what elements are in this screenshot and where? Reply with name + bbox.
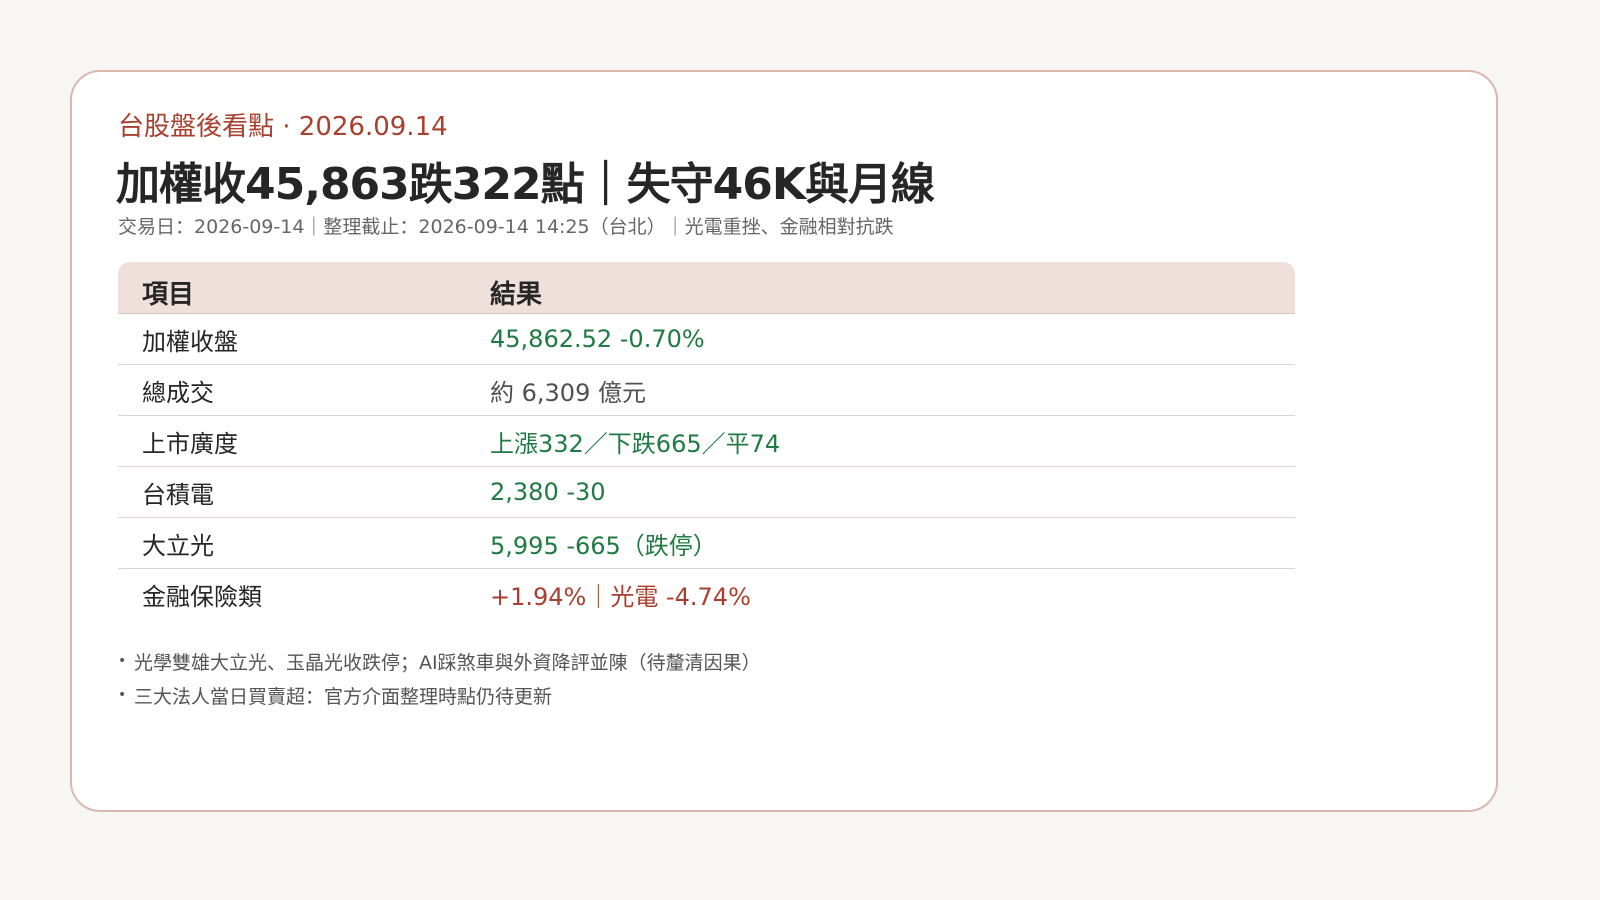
notes-list: • 光學雙雄大立光、玉晶光收跌停；AI踩煞車與外資降評並陳（待釐清因果） • 三… (118, 644, 761, 712)
results-table: 項目 結果 加權收盤 45,862.52 -0.70% 總成交 約 6,309 … (118, 262, 1295, 620)
table-row: 總成交 約 6,309 億元 (118, 365, 1295, 416)
row-value: 45,862.52 -0.70% (490, 325, 705, 353)
table-row: 加權收盤 45,862.52 -0.70% (118, 314, 1295, 365)
row-item: 台積電 (142, 480, 214, 509)
table-row: 大立光 5,995 -665（跌停） (118, 518, 1295, 569)
meta-line: 交易日：2026-09-14｜整理截止：2026-09-14 14:25（台北）… (118, 216, 894, 238)
row-value: 上漲332／下跌665／平74 (490, 429, 781, 458)
row-value: 5,995 -665（跌停） (490, 531, 717, 560)
page-title: 加權收45,863跌322點｜失守46K與月線 (116, 159, 935, 210)
table-header: 項目 結果 (118, 262, 1295, 314)
bullet-icon: • (118, 653, 127, 669)
bullet-icon: • (118, 687, 127, 703)
row-value: 約 6,309 億元 (490, 378, 646, 407)
row-item: 加權收盤 (142, 327, 238, 356)
row-value: 2,380 -30 (490, 478, 606, 506)
row-item: 金融保險類 (142, 583, 262, 611)
table-row: 台積電 2,380 -30 (118, 467, 1295, 518)
header-item: 項目 (142, 280, 195, 310)
table-row: 金融保險類 +1.94%｜光電 -4.74% (118, 569, 1295, 620)
table-row: 上市廣度 上漲332／下跌665／平74 (118, 416, 1295, 467)
row-item: 總成交 (142, 378, 214, 407)
note-text: 光學雙雄大立光、玉晶光收跌停；AI踩煞車與外資降評並陳（待釐清因果） (134, 651, 761, 674)
note-item: • 光學雙雄大立光、玉晶光收跌停；AI踩煞車與外資降評並陳（待釐清因果） (118, 644, 761, 678)
note-item: • 三大法人當日買賣超：官方介面整理時點仍待更新 (118, 678, 761, 712)
row-item: 上市廣度 (142, 429, 238, 458)
header-result: 結果 (490, 280, 543, 310)
kicker: 台股盤後看點 · 2026.09.14 (118, 112, 448, 142)
note-text: 三大法人當日買賣超：官方介面整理時點仍待更新 (134, 685, 553, 708)
market-summary-card: 台股盤後看點 · 2026.09.14 加權收45,863跌322點｜失守46K… (70, 70, 1498, 812)
row-item: 大立光 (142, 531, 214, 560)
row-value: +1.94%｜光電 -4.74% (490, 583, 751, 611)
